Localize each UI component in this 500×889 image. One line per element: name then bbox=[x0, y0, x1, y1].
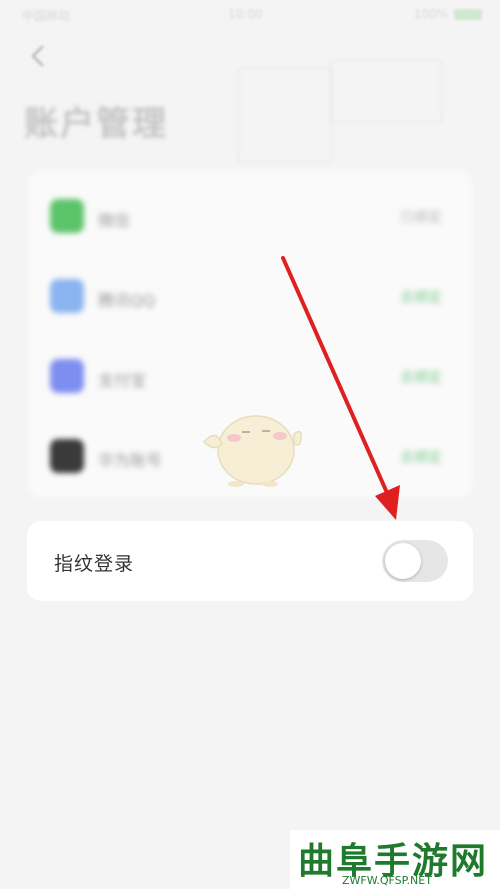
watermark-logo: 曲阜手游网 ZWFW.QFSP.NET bbox=[290, 830, 500, 889]
mascot-chick-icon bbox=[202, 415, 302, 487]
watermark-url: ZWFW.QFSP.NET bbox=[342, 874, 432, 887]
